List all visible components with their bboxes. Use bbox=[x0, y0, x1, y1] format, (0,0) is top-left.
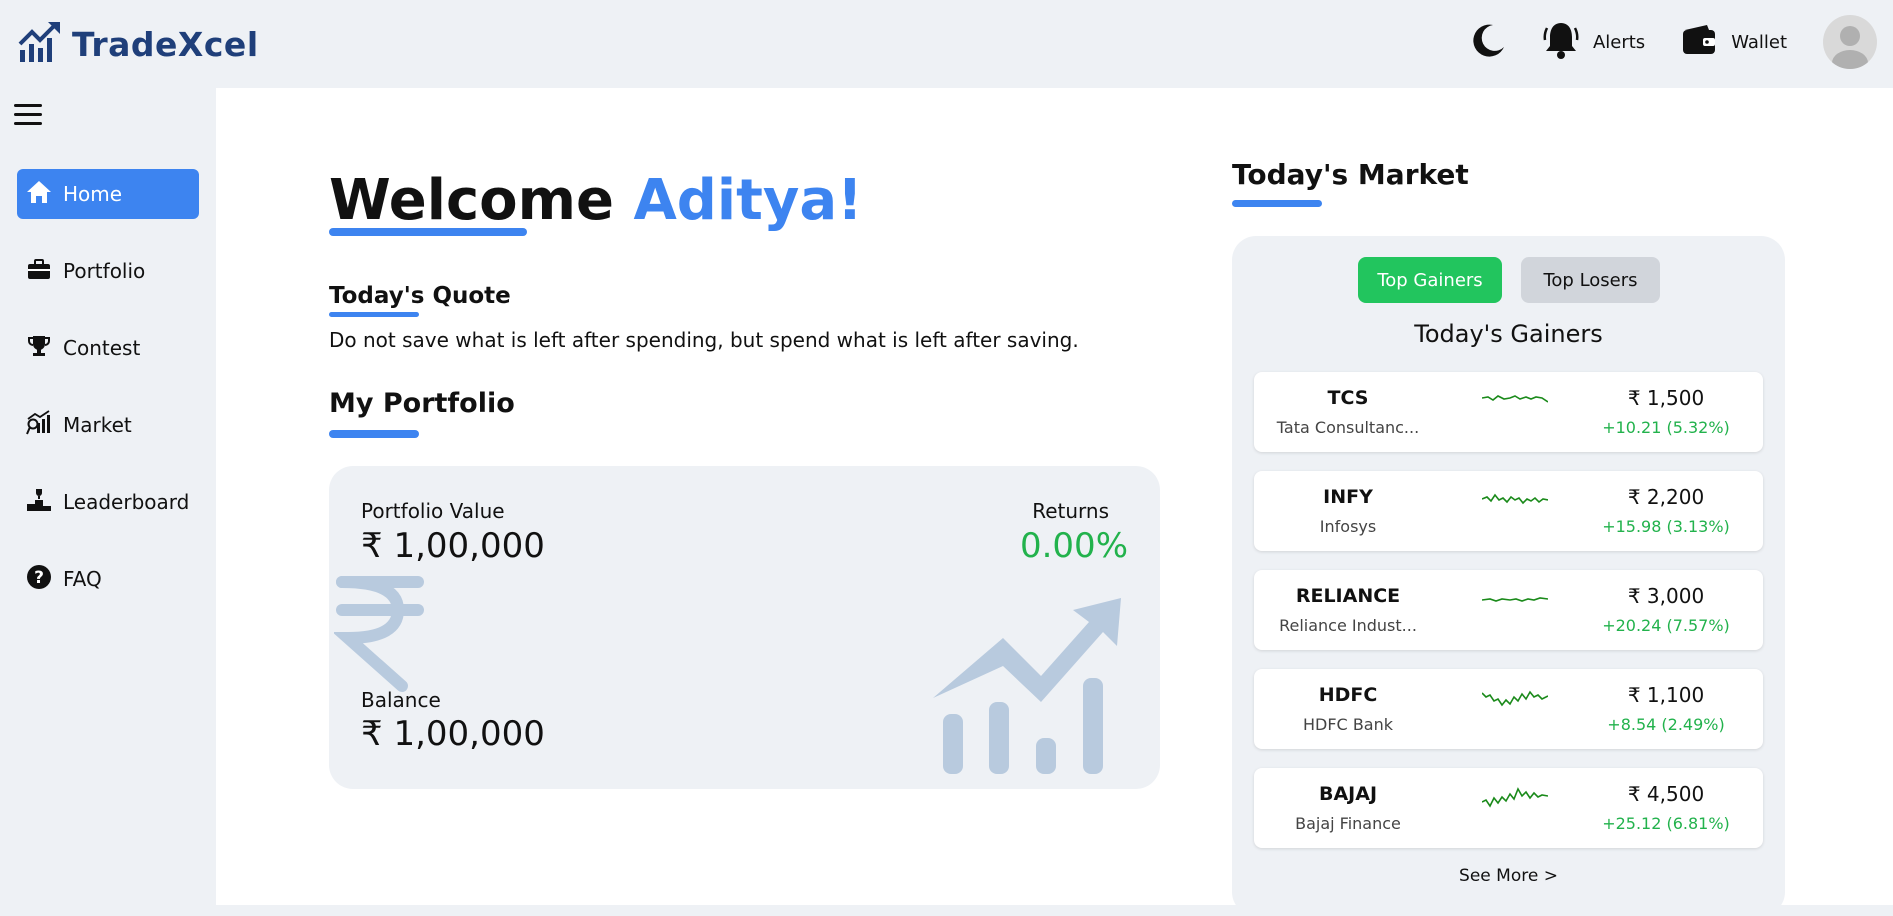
stock-symbol: RELIANCE bbox=[1295, 585, 1401, 607]
theme-toggle-button[interactable] bbox=[1469, 21, 1507, 64]
sidebar: Home Portfolio Contest Market Leaderboar… bbox=[0, 88, 216, 905]
stock-change: +10.21 (5.32%) bbox=[1602, 418, 1730, 437]
sidebar-item-label: Home bbox=[63, 182, 123, 206]
stock-card-bajaj[interactable]: BAJAJ Bajaj Finance ₹ 4,500 +25.12 (6.81… bbox=[1254, 768, 1763, 848]
stock-card-hdfc[interactable]: HDFC HDFC Bank ₹ 1,100 +8.54 (2.49%) bbox=[1254, 669, 1763, 749]
returns-value: 0.00% bbox=[1019, 526, 1128, 566]
see-more-link[interactable]: See More > bbox=[1232, 866, 1785, 886]
portfolio-value: ₹ 1,00,000 bbox=[361, 526, 545, 566]
sidebar-item-leaderboard[interactable]: Leaderboard bbox=[17, 477, 199, 527]
wallet-icon bbox=[1681, 24, 1717, 61]
stock-name: Reliance Indust... bbox=[1279, 616, 1417, 635]
tab-top-gainers[interactable]: Top Gainers bbox=[1358, 257, 1502, 303]
home-icon bbox=[25, 178, 53, 211]
stock-price: ₹ 2,200 bbox=[1627, 485, 1705, 509]
sidebar-item-contest[interactable]: Contest bbox=[17, 323, 199, 373]
portfolio-underline bbox=[329, 430, 419, 438]
brand-name: TradeXcel bbox=[72, 24, 259, 64]
stock-card-infy[interactable]: INFY Infosys ₹ 2,200 +15.98 (3.13%) bbox=[1254, 471, 1763, 551]
sparkline-chart bbox=[1482, 597, 1548, 602]
quote-underline bbox=[329, 312, 419, 317]
tab-top-losers[interactable]: Top Losers bbox=[1521, 257, 1660, 303]
trophy-icon bbox=[25, 332, 53, 365]
sidebar-item-portfolio[interactable]: Portfolio bbox=[17, 246, 199, 296]
gainers-title: Today's Gainers bbox=[1414, 320, 1603, 348]
stock-price: ₹ 4,500 bbox=[1627, 782, 1705, 806]
top-bar: TradeXcel Alerts Wallet bbox=[0, 0, 1893, 88]
stock-price: ₹ 3,000 bbox=[1627, 584, 1705, 608]
stock-change: +8.54 (2.49%) bbox=[1607, 715, 1725, 734]
main-content: Welcome Aditya! Today's Quote Do not sav… bbox=[216, 88, 1893, 916]
brand[interactable]: TradeXcel bbox=[18, 20, 259, 68]
stock-change: +15.98 (3.13%) bbox=[1602, 517, 1730, 536]
sidebar-item-label: Contest bbox=[63, 336, 141, 360]
sparkline-chart bbox=[1482, 690, 1548, 707]
question-icon: ? bbox=[25, 563, 53, 596]
stock-symbol: HDFC bbox=[1318, 684, 1378, 706]
podium-icon bbox=[25, 486, 53, 519]
portfolio-title: My Portfolio bbox=[329, 388, 515, 419]
stock-change: +25.12 (6.81%) bbox=[1602, 814, 1730, 833]
growth-chart-icon bbox=[933, 598, 1121, 774]
sparkline-chart bbox=[1482, 787, 1548, 808]
market-card: Top Gainers Top Losers Today's Gainers T… bbox=[1232, 236, 1785, 916]
sidebar-item-faq[interactable]: ? FAQ bbox=[17, 554, 199, 604]
balance-label: Balance bbox=[361, 688, 441, 712]
sidebar-item-label: FAQ bbox=[63, 567, 102, 591]
stock-price: ₹ 1,500 bbox=[1627, 386, 1705, 410]
alerts-button[interactable]: Alerts bbox=[1543, 20, 1645, 65]
menu-icon[interactable] bbox=[14, 104, 42, 126]
moon-icon bbox=[1469, 21, 1507, 64]
sidebar-item-label: Market bbox=[63, 413, 132, 437]
stock-name: Infosys bbox=[1319, 517, 1377, 536]
sidebar-item-label: Portfolio bbox=[63, 259, 146, 283]
stock-price: ₹ 1,100 bbox=[1627, 683, 1705, 707]
sidebar-item-home[interactable]: Home bbox=[17, 169, 199, 219]
sidebar-item-market[interactable]: Market bbox=[17, 400, 199, 450]
user-name: Aditya! bbox=[633, 168, 863, 233]
logo-icon bbox=[18, 20, 62, 68]
user-icon bbox=[1832, 26, 1868, 69]
stock-card-reliance[interactable]: RELIANCE Reliance Indust... ₹ 3,000 +20.… bbox=[1254, 570, 1763, 650]
wallet-label: Wallet bbox=[1731, 31, 1787, 53]
portfolio-value-label: Portfolio Value bbox=[361, 499, 505, 523]
quote-title: Today's Quote bbox=[329, 283, 511, 309]
stock-card-tcs[interactable]: TCS Tata Consultanc... ₹ 1,500 +10.21 (5… bbox=[1254, 372, 1763, 452]
rupee-icon bbox=[334, 576, 424, 692]
avatar[interactable] bbox=[1823, 15, 1877, 69]
sidebar-nav: Home Portfolio Contest Market Leaderboar… bbox=[17, 169, 199, 631]
stock-change: +20.24 (7.57%) bbox=[1602, 616, 1730, 635]
bell-icon bbox=[1543, 20, 1579, 65]
stock-name: HDFC Bank bbox=[1303, 715, 1393, 734]
stock-symbol: BAJAJ bbox=[1318, 783, 1378, 805]
stock-symbol: TCS bbox=[1327, 387, 1369, 409]
market-chart-icon bbox=[25, 409, 53, 442]
market-title: Today's Market bbox=[1232, 158, 1469, 191]
stock-name: Tata Consultanc... bbox=[1276, 418, 1420, 437]
title-underline bbox=[329, 228, 527, 236]
stock-name: Bajaj Finance bbox=[1295, 814, 1401, 833]
market-underline bbox=[1232, 200, 1322, 207]
wallet-button[interactable]: Wallet bbox=[1681, 24, 1787, 61]
balance-value: ₹ 1,00,000 bbox=[361, 714, 545, 754]
sparkline-chart bbox=[1482, 395, 1548, 403]
svg-text:?: ? bbox=[34, 568, 44, 588]
returns-label: Returns bbox=[1032, 499, 1109, 523]
alerts-label: Alerts bbox=[1592, 31, 1646, 53]
page-title: Welcome Aditya! bbox=[329, 168, 863, 233]
briefcase-icon bbox=[25, 255, 53, 288]
sparkline-chart bbox=[1482, 493, 1548, 505]
portfolio-card: Portfolio Value ₹ 1,00,000 Returns 0.00%… bbox=[329, 466, 1160, 789]
sidebar-item-label: Leaderboard bbox=[63, 490, 190, 514]
quote-text: Do not save what is left after spending,… bbox=[329, 328, 1079, 352]
welcome-prefix: Welcome bbox=[329, 168, 634, 233]
stock-symbol: INFY bbox=[1323, 486, 1373, 508]
